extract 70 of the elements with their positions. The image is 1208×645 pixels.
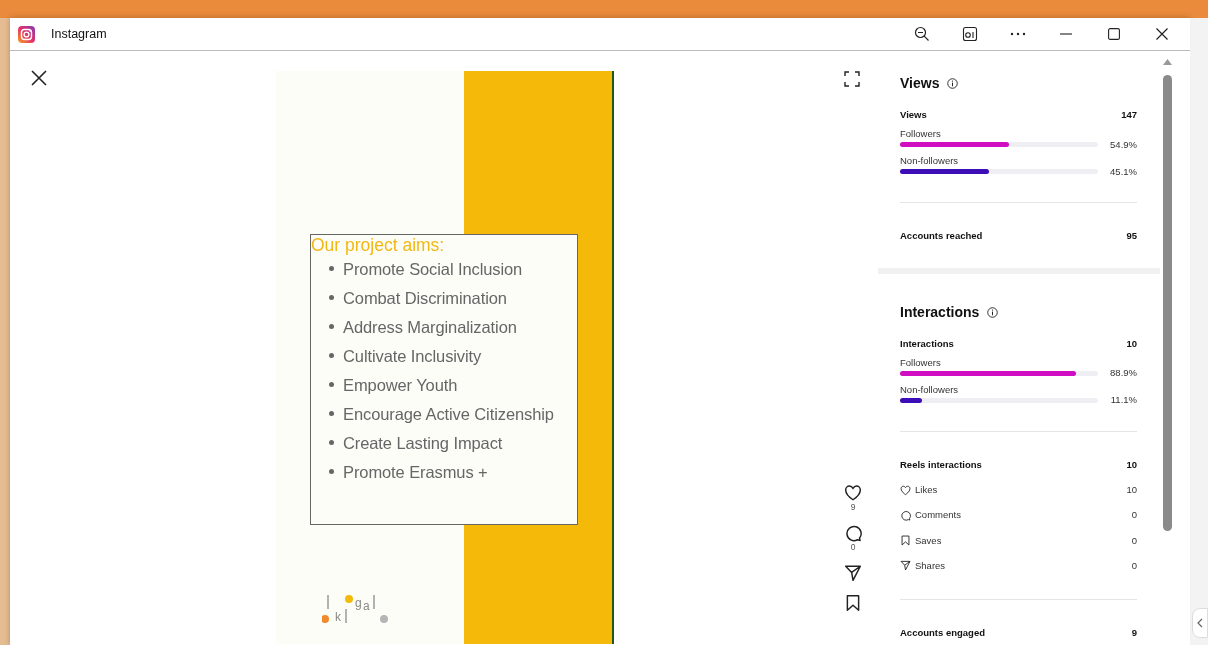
bar-label: Non-followers bbox=[900, 383, 959, 396]
bullet-icon bbox=[329, 353, 334, 358]
bullet-icon bbox=[329, 266, 334, 271]
percentage: 11.1% bbox=[1110, 393, 1137, 408]
metric-value: 10 bbox=[1126, 457, 1137, 472]
metric-value: 9 bbox=[1131, 626, 1137, 640]
maximize-icon bbox=[1108, 28, 1120, 40]
metric-label: Likes bbox=[915, 483, 938, 497]
minimize-icon bbox=[1060, 33, 1072, 35]
close-icon bbox=[1156, 28, 1168, 40]
metric-label: Saves bbox=[915, 533, 942, 548]
list-item: Address Marginalization bbox=[343, 317, 517, 338]
speech-bubble-icon bbox=[900, 509, 911, 521]
list-item: Combat Discrimination bbox=[343, 288, 507, 309]
section-title: Interactions bbox=[900, 302, 980, 322]
close-button[interactable] bbox=[30, 69, 48, 87]
metric-value: 0 bbox=[1131, 558, 1137, 573]
post-heading: Our project aims: bbox=[311, 235, 446, 255]
comment-button[interactable] bbox=[844, 524, 862, 542]
count: 0 bbox=[850, 542, 856, 552]
bullet-icon bbox=[329, 324, 334, 329]
metric-label: Comments bbox=[915, 508, 961, 523]
percentage: 88.9% bbox=[1110, 366, 1137, 381]
list-item: Empower Youth bbox=[343, 375, 458, 396]
metric-value: 147 bbox=[1121, 108, 1137, 122]
like-button[interactable] bbox=[844, 484, 862, 502]
metric-label: Interactions bbox=[900, 336, 954, 351]
count: 9 bbox=[850, 502, 856, 512]
bar-label: Followers bbox=[900, 128, 941, 141]
metric-value: 95 bbox=[1126, 229, 1137, 244]
info-icon[interactable] bbox=[987, 306, 999, 318]
send-icon bbox=[900, 560, 911, 572]
zoom-out-icon bbox=[914, 26, 930, 42]
bullet-icon bbox=[329, 295, 334, 300]
save-button[interactable] bbox=[844, 594, 862, 612]
metric-label: Accounts engaged bbox=[900, 626, 985, 640]
chevron-left-icon bbox=[1197, 618, 1203, 628]
metric-label: Accounts reached bbox=[900, 229, 983, 244]
list-item: Create Lasting Impact bbox=[343, 433, 503, 454]
logo-drawing: k ga bbox=[322, 593, 394, 633]
bullet-icon bbox=[329, 440, 334, 445]
app-logo-icon bbox=[18, 25, 35, 43]
section-title: Views bbox=[900, 74, 940, 93]
metric-value: 10 bbox=[1126, 483, 1137, 497]
metric-label: Shares bbox=[915, 558, 946, 573]
metric-value: 10 bbox=[1126, 336, 1137, 351]
bullet-icon bbox=[329, 411, 334, 416]
list-item: Encourage Active Citizenship bbox=[343, 404, 554, 425]
metric-value: 0 bbox=[1131, 533, 1137, 548]
list-item: Cultivate Inclusivity bbox=[343, 346, 482, 367]
metric-label: Views bbox=[900, 108, 927, 122]
list-item: Promote Erasmus + bbox=[343, 462, 488, 483]
percentage: 45.1% bbox=[1110, 164, 1137, 179]
bar-label: Non-followers bbox=[900, 155, 959, 168]
metric-value: 0 bbox=[1131, 508, 1137, 523]
more-icon bbox=[1010, 32, 1026, 36]
share-button[interactable] bbox=[844, 564, 862, 582]
percentage: 54.9% bbox=[1110, 137, 1137, 152]
heart-icon bbox=[900, 484, 911, 496]
window-title: Instagram bbox=[51, 25, 107, 43]
bullet-icon bbox=[329, 382, 334, 387]
scroll-up-icon[interactable] bbox=[1163, 59, 1172, 65]
bookmark-icon bbox=[900, 535, 911, 547]
bullet-icon bbox=[329, 469, 334, 474]
metric-label: Reels interactions bbox=[900, 457, 982, 472]
list-item: Promote Social Inclusion bbox=[343, 259, 523, 280]
info-icon[interactable] bbox=[947, 78, 959, 89]
scrollbar-thumb[interactable] bbox=[1163, 75, 1172, 531]
bar-label: Followers bbox=[900, 356, 941, 369]
screen-capture-icon bbox=[962, 26, 978, 42]
